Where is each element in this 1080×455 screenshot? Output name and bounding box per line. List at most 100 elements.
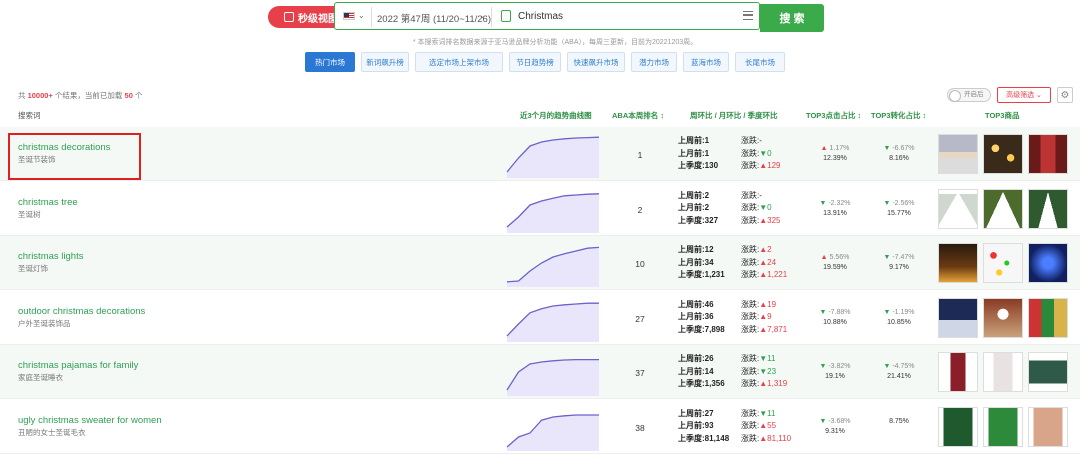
- count-prefix: 共: [18, 91, 26, 100]
- top3-click-share: ▼ -3.68% 9.31%: [812, 417, 858, 437]
- arrow-icon: ▲: [759, 270, 768, 279]
- last-month-rank: 34: [704, 257, 714, 267]
- table-row[interactable]: christmas decorations 圣诞节装饰 1 上周前:1 上月前:…: [0, 127, 1080, 181]
- last-quarter-label: 上季度:: [678, 270, 705, 279]
- product-thumbnail-family-pajamas[interactable]: [1028, 352, 1068, 392]
- tab-potential[interactable]: 潜力市场: [631, 52, 677, 72]
- top3-click-share: ▲ 5.56% 19.59%: [812, 253, 858, 273]
- tab-new-words[interactable]: 新词飙升榜: [361, 52, 409, 72]
- table-row[interactable]: christmas lights 圣诞灯饰 10 上周前:12 上月前:34 上…: [0, 236, 1080, 290]
- loaded-count: 50: [124, 91, 133, 100]
- week-select[interactable]: 2022 第47周 (11/20~11/26): [377, 11, 491, 25]
- table-row[interactable]: outdoor christmas decorations 户外圣诞装饰品 27…: [0, 291, 1080, 345]
- chevron-down-icon[interactable]: ⌄: [479, 10, 487, 21]
- advanced-filter-button[interactable]: 高级筛选 ⌄: [997, 87, 1051, 103]
- table-row[interactable]: christmas pajamas for family 家庭圣诞睡衣 37 上…: [0, 345, 1080, 399]
- aba-rank: 2: [637, 204, 643, 215]
- keyword-link[interactable]: christmas pajamas for family: [18, 360, 138, 371]
- keyword-translation: 家庭圣诞睡衣: [18, 373, 63, 382]
- tab-selected-market[interactable]: 选定市场上架市场: [415, 52, 503, 72]
- keyword-link[interactable]: christmas tree: [18, 197, 78, 208]
- trend-sparkline: [506, 302, 599, 342]
- tab-fast-rising[interactable]: 快速飙升市场: [567, 52, 625, 72]
- last-week-rank: 27: [704, 408, 714, 418]
- product-thumbnail-tree-sweater[interactable]: [938, 406, 978, 447]
- last-month-rank: 93: [704, 421, 714, 430]
- click-delta: -2.32%: [828, 199, 851, 207]
- product-thumbnail-snowman-set[interactable]: [983, 297, 1023, 338]
- week-change: 11: [767, 408, 776, 418]
- arrow-icon: ▲: [759, 379, 768, 388]
- toggle-switch[interactable]: 开启后: [947, 88, 991, 102]
- header-top3-conversion[interactable]: TOP3转化占比 ↕: [871, 110, 926, 121]
- arrow-icon: ▼: [883, 199, 891, 207]
- last-week-rank: 12: [704, 245, 714, 254]
- quarter-change: 1,319: [767, 379, 788, 388]
- product-thumbnail-green-sweater[interactable]: [983, 406, 1023, 447]
- us-flag-icon[interactable]: [343, 12, 355, 20]
- product-thumbnail-print-pajama[interactable]: [983, 352, 1023, 392]
- top3-conversion-share: ▼ -4.75% 21.41%: [876, 362, 922, 382]
- last-week-label: 上周前:: [678, 245, 705, 254]
- previous-ranks: 上周前:12 上月前:34 上季度:1,231: [678, 244, 725, 282]
- product-thumbnail-red-pajama[interactable]: [938, 352, 978, 392]
- tab-hot-market[interactable]: 热门市场: [305, 52, 355, 72]
- last-week-label: 上周前:: [678, 136, 705, 145]
- last-month-label: 上月前:: [678, 203, 705, 212]
- keyword-link[interactable]: christmas lights: [18, 251, 83, 262]
- conversion-delta: -1.19%: [892, 308, 915, 316]
- last-month-label: 上月前:: [678, 257, 705, 267]
- search-input[interactable]: Christmas: [518, 11, 563, 22]
- top3-products: [938, 297, 1068, 338]
- search-button[interactable]: 搜 索: [760, 4, 824, 32]
- rank-changes: 涨跌:- 涨跌:▼0 涨跌:▲325: [741, 190, 781, 228]
- week-change: 19: [767, 299, 777, 309]
- last-quarter-label: 上季度:: [678, 324, 705, 334]
- product-thumbnail-sunset-scene[interactable]: [938, 134, 978, 174]
- product-thumbnail-lit-tree[interactable]: [983, 188, 1023, 229]
- header-rank[interactable]: ABA本周排名 ↕: [612, 110, 664, 121]
- product-thumbnail-color-bulbs[interactable]: [983, 243, 1023, 283]
- highlight-box: [8, 133, 141, 180]
- list-icon[interactable]: [743, 11, 753, 20]
- product-thumbnail-warm-lights[interactable]: [938, 243, 978, 283]
- arrow-icon: ▼: [883, 145, 891, 152]
- aba-rank: 10: [635, 259, 645, 269]
- tab-long-tail[interactable]: 长尾市场: [735, 52, 785, 72]
- product-thumbnail-gift-boxes[interactable]: [1028, 297, 1068, 338]
- change-label: 涨跌:: [741, 257, 760, 267]
- table-row[interactable]: ugly christmas sweater for women 丑陋的女士圣诞…: [0, 400, 1080, 454]
- last-quarter-rank: 130: [704, 161, 719, 170]
- table-header: 搜索词 近3个月的趋势曲线图 ABA本周排名 ↕ 周环比 / 月环比 / 季度环…: [0, 106, 1080, 126]
- conversion-percent: 9.17%: [889, 264, 909, 271]
- last-month-label: 上月前:: [678, 312, 705, 321]
- gear-icon[interactable]: ⚙: [1057, 87, 1073, 103]
- tab-holiday-trend[interactable]: 节日趋势榜: [509, 52, 561, 72]
- product-thumbnail-gold-garland[interactable]: [983, 134, 1023, 174]
- product-thumbnail-blue-lights[interactable]: [1028, 243, 1068, 283]
- chevron-down-icon[interactable]: ⌄: [358, 11, 365, 20]
- change-label: 涨跌:: [741, 379, 760, 388]
- top3-click-share: ▼ -3.82% 19.1%: [812, 362, 858, 382]
- arrow-icon: ▲: [759, 257, 768, 267]
- previous-ranks: 上周前:26 上月前:14 上季度:1,356: [678, 353, 725, 391]
- keyword-link[interactable]: outdoor christmas decorations: [18, 306, 145, 317]
- header-top3-click[interactable]: TOP3点击占比 ↕: [806, 110, 861, 121]
- keyword-translation: 户外圣诞装饰品: [18, 318, 71, 328]
- product-thumbnail-yard-lights[interactable]: [938, 297, 978, 338]
- click-percent: 13.91%: [823, 209, 847, 217]
- table-row[interactable]: christmas tree 圣诞树 2 上周前:2 上月前:2 上季度:327…: [0, 182, 1080, 236]
- keyword-link[interactable]: ugly christmas sweater for women: [18, 415, 162, 426]
- last-month-label: 上月前:: [678, 366, 705, 376]
- aba-rank: 27: [635, 313, 645, 324]
- arrow-icon: ▲: [759, 312, 768, 321]
- tab-blue-ocean[interactable]: 蓝海市场: [683, 52, 729, 72]
- product-thumbnail-red-door-decor[interactable]: [1028, 134, 1068, 174]
- realtime-view-label: 秒级视图: [298, 13, 338, 25]
- product-thumbnail-flocked-tree[interactable]: [938, 188, 978, 229]
- top3-conversion-share: ▼ -6.67% 8.16%: [876, 144, 922, 164]
- product-thumbnail-slim-tree[interactable]: [1028, 188, 1068, 229]
- month-change: 0: [767, 148, 772, 158]
- product-thumbnail-beige-sweater[interactable]: [1028, 406, 1068, 447]
- change-label: 涨跌:: [741, 299, 760, 309]
